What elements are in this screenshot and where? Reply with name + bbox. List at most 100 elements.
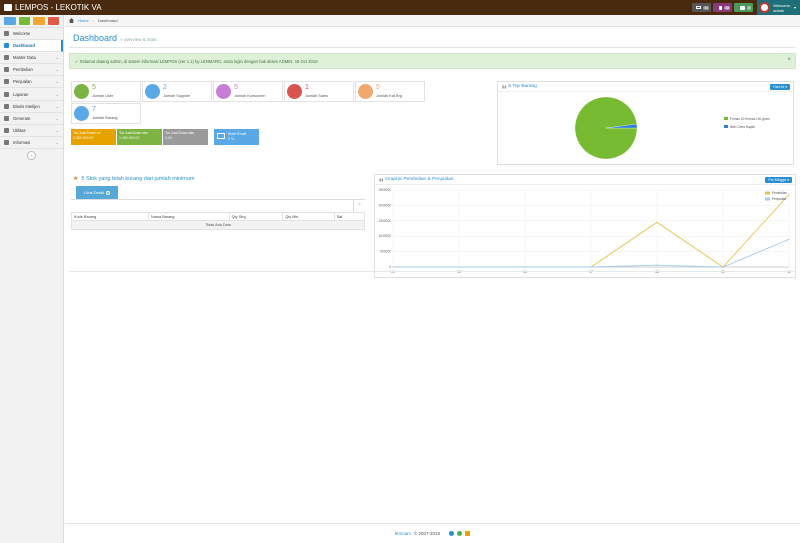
sidebar-item-master-data[interactable]: Master Data ⌄ (0, 52, 63, 65)
home-icon (4, 31, 9, 37)
home-icon (69, 18, 74, 23)
y-tick-label: 1000000 (379, 234, 392, 238)
messages-badge-button[interactable]: 44 (692, 3, 712, 12)
shortcut-users-button[interactable] (33, 17, 45, 25)
breadcrumb-home-link[interactable]: Home (78, 18, 89, 23)
stat-value: 2 (163, 84, 167, 91)
legend-swatch (724, 125, 728, 128)
y-tick-label: 0 (389, 265, 391, 269)
stat-label: Jumlah Sales (305, 94, 328, 98)
shortcut-edit-button[interactable] (18, 17, 30, 25)
chevron-down-icon: ⌄ (55, 55, 59, 61)
top-navbar: LEMPOS - LEKOTIK VA 44 88 0 Welcome, admi… (0, 0, 800, 15)
chevron-down-icon: ⌄ (55, 79, 59, 85)
column-header[interactable]: Sat (333, 212, 366, 221)
panel-header: ▮▮ 5 Top Barang Hari Ini ▾ (498, 82, 793, 92)
avatar (759, 2, 771, 13)
tile-value: 0,00 (165, 136, 172, 140)
sidebar-collapse-button[interactable]: « (27, 150, 36, 160)
stok-table: Kode Barang Nama Barang Qty Strg Qty Min Sat… (70, 212, 366, 230)
data-point[interactable] (656, 264, 658, 266)
stat-jumlah-kat-brg[interactable]: 5 Jumlah Kat Brg (355, 81, 425, 102)
cog-icon (4, 115, 9, 121)
alert-close-icon[interactable]: × (787, 57, 791, 63)
data-point[interactable] (458, 266, 460, 268)
bar-chart-icon: ▮▮ (502, 84, 507, 89)
chevron-down-icon: ⌄ (55, 91, 59, 97)
bar-chart-icon: ▮▮ (379, 177, 384, 182)
sidebar-item-laporan[interactable]: Laporan ⌄ (0, 88, 63, 101)
search-icon (106, 190, 110, 195)
email-icon[interactable] (465, 531, 471, 536)
column-header[interactable]: Qty Min (282, 212, 335, 221)
sidebar-item-label: Pembelian (13, 67, 33, 73)
sidebar-item-label: Bisnis Intelijen (13, 103, 40, 109)
stat-jumlah-supplier[interactable]: 2 Jumlah Supplier (142, 81, 212, 102)
legend-label: Nish Ceria Hayati (730, 125, 755, 129)
shortcut-chart-button[interactable] (4, 17, 16, 25)
data-point[interactable] (722, 266, 724, 268)
star-icon: ★ (73, 176, 79, 182)
footer: lenmarc © 2007-2019 (65, 523, 800, 543)
user-menu[interactable]: Welcome, admin ▾ (757, 0, 800, 15)
legend-swatch (765, 197, 770, 201)
footer-brand[interactable]: lenmarc (395, 531, 411, 536)
chat-icon (740, 5, 746, 10)
footer-copyright: © 2007-2019 (413, 531, 441, 536)
tile-total-jual-bulan-lalu[interactable]: Tot Jual Bulan lalu 1.450.000,00 (117, 129, 162, 145)
period-dropdown-button[interactable]: Per Minggu ▾ (765, 177, 792, 183)
period-dropdown-button[interactable]: Hari Ini ▾ (770, 84, 790, 90)
stat-jumlah-barang[interactable]: 7 Jumlah Barang (71, 103, 141, 124)
sidebar-item-dashboard[interactable]: Dashboard (0, 40, 63, 53)
stat-jumlah-user[interactable]: 5 Jumlah User (71, 81, 141, 102)
tile-kirim-email[interactable]: Kirim Email 0 % (214, 129, 259, 145)
sidebar-item-penjualan[interactable]: Penjualan ⌄ (0, 76, 63, 89)
sidebar-item-label: Dashboard (13, 43, 35, 49)
data-point[interactable] (392, 266, 394, 268)
report-icon (4, 91, 9, 97)
panel-title: Graphic Pembelian & Penjualan (385, 177, 454, 182)
sidebar-item-generate[interactable]: Generate ⌄ (0, 113, 63, 125)
skype-icon[interactable] (449, 531, 455, 536)
users-badge-button[interactable]: 88 (713, 3, 733, 12)
stat-jumlah-sales[interactable]: 1 Jumlah Sales (284, 81, 354, 102)
sidebar-item-pembelian[interactable]: Pembelian ⌄ (0, 64, 63, 77)
stat-value: 5 (234, 84, 238, 91)
info-icon (4, 139, 9, 145)
shortcut-settings-button[interactable] (47, 17, 59, 25)
data-point[interactable] (788, 194, 790, 196)
sidebar-item-welcome[interactable]: Welcome (0, 28, 63, 41)
caret-down-icon: ▾ (793, 5, 796, 10)
sidebar-item-bisnis-intelijen[interactable]: Bisnis Intelijen ⌄ (0, 101, 63, 113)
tile-total-jual-lalu[interactable]: Tot Jual Bulan lalu 0,00 (163, 129, 208, 145)
top-barang-pie-chart: Pomaz 40 Kemas 100 gram Nish Ceria Hayati (574, 96, 770, 160)
sidebar-item-label: Utilitas (13, 127, 26, 133)
tags-icon (358, 84, 373, 99)
column-header[interactable]: Nama Barang (148, 212, 230, 221)
collapse-toggle-button[interactable]: ⌃ (353, 200, 365, 212)
list-icon (4, 55, 9, 61)
data-point[interactable] (590, 266, 592, 268)
sidebar-item-informasi[interactable]: Informasi ⌄ (0, 137, 63, 149)
stat-label: Jumlah Supplier (163, 94, 191, 98)
stat-jumlah-konsumen[interactable]: 5 Jumlah Konsumen (213, 81, 283, 102)
sidebar-item-utilitas[interactable]: Utilitas ⌄ (0, 125, 63, 137)
sidebar-item-label: Welcome (13, 31, 31, 37)
data-point[interactable] (524, 266, 526, 268)
stat-value: 5 (376, 84, 380, 91)
column-header[interactable]: Kode Barang (70, 212, 150, 221)
chat-badge-button[interactable]: 0 (734, 3, 754, 12)
data-point[interactable] (656, 221, 658, 223)
chevron-down-icon: ⌄ (55, 103, 59, 109)
brand[interactable]: LEMPOS - LEKOTIK VA (0, 3, 200, 12)
divider (69, 271, 796, 272)
sidebar-item-label: Penjualan (13, 79, 32, 85)
tile-total-jual-bulan-ini[interactable]: Tot Jual Bulan Ini 2.350.000,00 (71, 129, 116, 145)
chat-count: 0 (747, 5, 752, 10)
data-point[interactable] (788, 238, 790, 240)
whatsapp-icon[interactable] (457, 531, 463, 536)
chart-icon (4, 103, 9, 109)
column-header[interactable]: Qty Strg (228, 212, 284, 221)
lihat-detail-button[interactable]: Lihat Detail (76, 186, 118, 199)
legend-label: Penjualan (772, 197, 786, 201)
